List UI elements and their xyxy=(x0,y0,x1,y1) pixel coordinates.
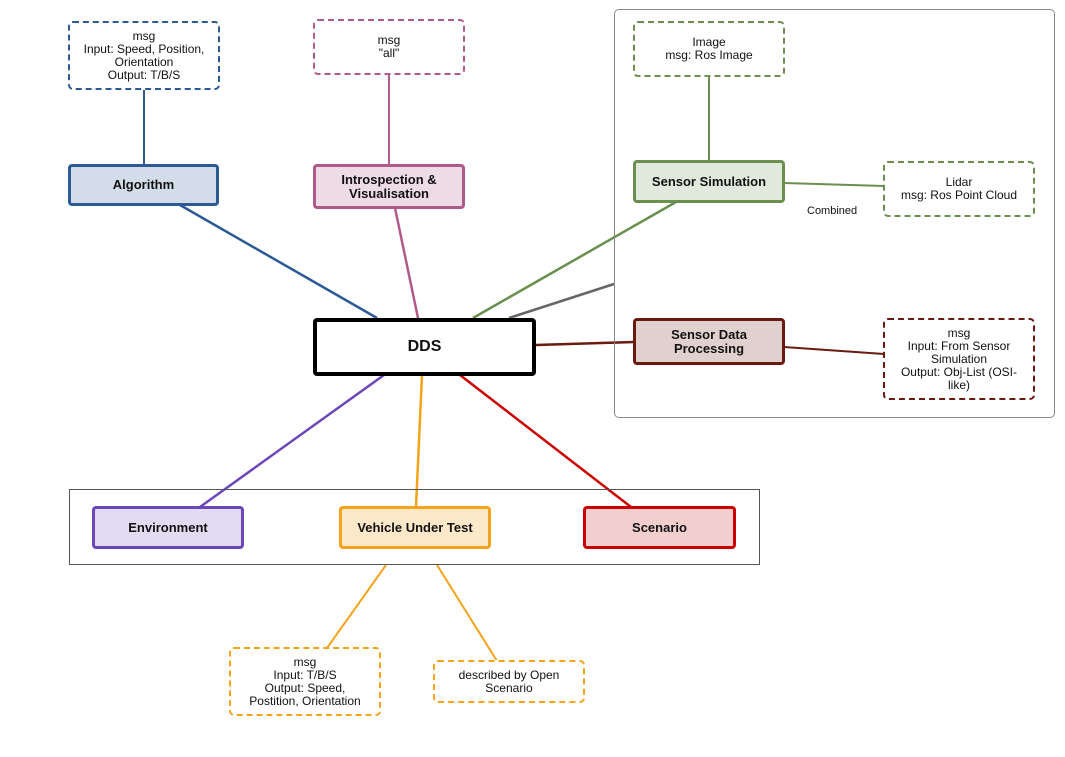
sdp-msg-note: msg Input: From Sensor Simulation Output… xyxy=(883,318,1035,400)
image-msg-note: Image msg: Ros Image xyxy=(633,21,785,77)
vehicle-under-test-node[interactable]: Vehicle Under Test xyxy=(339,506,491,549)
edge-vut-scenario-note xyxy=(436,564,498,662)
sensor-data-processing-node[interactable]: Sensor Data Processing xyxy=(633,318,785,365)
algorithm-msg-note: msg Input: Speed, Position, Orientation … xyxy=(68,21,220,90)
scenario-node[interactable]: Scenario xyxy=(583,506,736,549)
lidar-msg-note: Lidar msg: Ros Point Cloud xyxy=(883,161,1035,217)
environment-node[interactable]: Environment xyxy=(92,506,244,549)
edge-introspection-dds xyxy=(393,207,420,319)
combined-edge-label: Combined xyxy=(807,205,858,217)
edge-algorithm-dds xyxy=(179,203,378,320)
edge-vut-msg xyxy=(326,564,387,649)
sensor-simulation-node[interactable]: Sensor Simulation xyxy=(633,160,785,203)
algorithm-node[interactable]: Algorithm xyxy=(68,164,219,206)
edge-vut-dds xyxy=(414,374,424,508)
vut-msg-note: msg Input: T/B/S Output: Speed, Postitio… xyxy=(229,647,381,716)
edge-scenario-dds xyxy=(459,374,632,508)
introspection-msg-note: msg "all" xyxy=(313,19,465,75)
dds-node[interactable]: DDS xyxy=(313,318,536,376)
introspection-node[interactable]: Introspection & Visualisation xyxy=(313,164,465,209)
edge-environment-dds xyxy=(199,373,385,509)
scenario-note: described by Open Scenario xyxy=(433,660,585,703)
